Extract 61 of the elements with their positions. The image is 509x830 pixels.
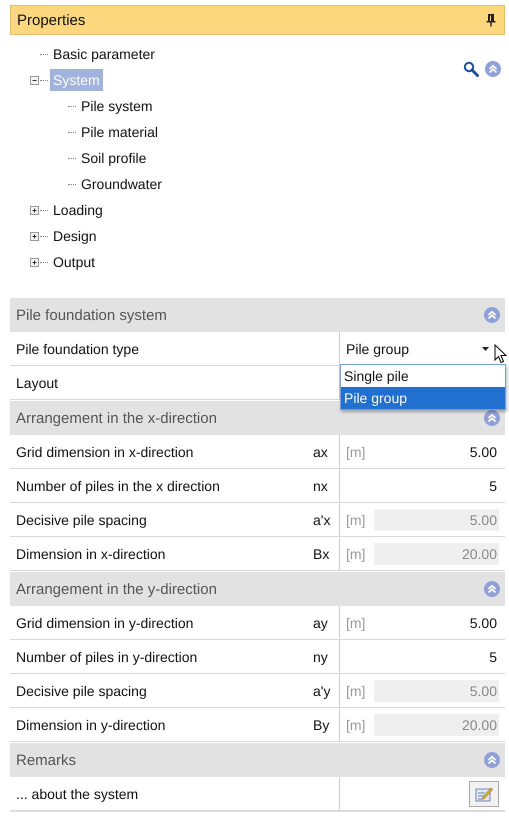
section-header[interactable]: Remarks	[10, 742, 505, 777]
value-field: 5.00	[374, 508, 499, 530]
section-title: Remarks	[16, 752, 76, 768]
property-symbol: By	[313, 716, 330, 732]
value-field[interactable]: 5	[374, 474, 499, 496]
value-field: 5.00	[374, 680, 499, 702]
unit-label: [m]	[346, 716, 366, 732]
section-title: Arrangement in the x-direction	[16, 410, 217, 426]
tree-item[interactable]: Loading	[50, 199, 106, 221]
property-label: Number of piles in the x direction	[16, 478, 220, 494]
dropdown-option[interactable]: Single pile	[341, 365, 505, 387]
property-label: Grid dimension in x-direction	[16, 444, 194, 460]
property-symbol: Bx	[313, 546, 330, 562]
property-symbol: a'x	[313, 512, 332, 528]
property-label: Dimension in x-direction	[16, 546, 166, 562]
property-label: Grid dimension in y-direction	[16, 614, 194, 630]
property-label: ... about the system	[16, 786, 138, 802]
section-header[interactable]: Arrangement in the y-direction	[10, 571, 505, 606]
property-symbol: ax	[313, 444, 329, 460]
dropdown-option[interactable]: Pile group	[341, 387, 505, 409]
tree-item[interactable]: Pile material	[78, 121, 162, 143]
section-title: Arrangement in the y-direction	[16, 580, 217, 598]
expand-icon[interactable]	[30, 258, 39, 266]
value-field[interactable]: 5.00	[374, 612, 499, 634]
dropdown-arrow-icon	[482, 346, 489, 350]
tree-item[interactable]: Output	[50, 251, 98, 273]
property-symbol: nx	[313, 478, 329, 494]
property-label: Decisive pile spacing	[16, 682, 147, 698]
unit-label: [m]	[346, 444, 366, 460]
tree-item[interactable]: Basic parameter	[50, 43, 158, 65]
note-edit-icon	[475, 786, 493, 802]
panel-title: Properties	[17, 12, 86, 28]
tree-item[interactable]: Soil profile	[78, 147, 150, 169]
edit-button[interactable]	[469, 780, 499, 806]
unit-label: [m]	[346, 614, 366, 630]
property-label: Dimension in y-direction	[16, 716, 166, 732]
expand-icon[interactable]	[30, 232, 39, 240]
property-label: Number of piles in y-direction	[16, 648, 198, 664]
property-label: Pile foundation type	[16, 340, 139, 356]
pin-icon[interactable]	[486, 13, 496, 27]
collapse-icon[interactable]	[30, 76, 39, 84]
section-title: Pile foundation system	[16, 306, 167, 324]
tree-item[interactable]: Groundwater	[78, 173, 165, 195]
property-symbol: a'y	[313, 682, 332, 698]
value-field[interactable]: 5.00	[374, 440, 499, 462]
collapse-all-icon[interactable]	[485, 61, 501, 77]
property-symbol: ny	[313, 648, 329, 664]
property-label: Layout	[16, 374, 58, 390]
unit-label: [m]	[346, 546, 366, 562]
value-field: 20.00	[374, 714, 499, 736]
value-field: 20.00	[374, 542, 499, 564]
value-field[interactable]: 5	[374, 646, 499, 668]
search-icon[interactable]	[463, 61, 479, 77]
property-symbol: ay	[313, 614, 329, 630]
tree-item[interactable]: Design	[50, 225, 100, 247]
section-header[interactable]: Pile foundation system	[10, 297, 505, 332]
unit-label: [m]	[346, 512, 366, 528]
unit-label: [m]	[346, 682, 366, 698]
property-label: Decisive pile spacing	[16, 512, 147, 528]
expand-icon[interactable]	[30, 206, 39, 214]
tree-item[interactable]: Pile system	[78, 95, 156, 117]
